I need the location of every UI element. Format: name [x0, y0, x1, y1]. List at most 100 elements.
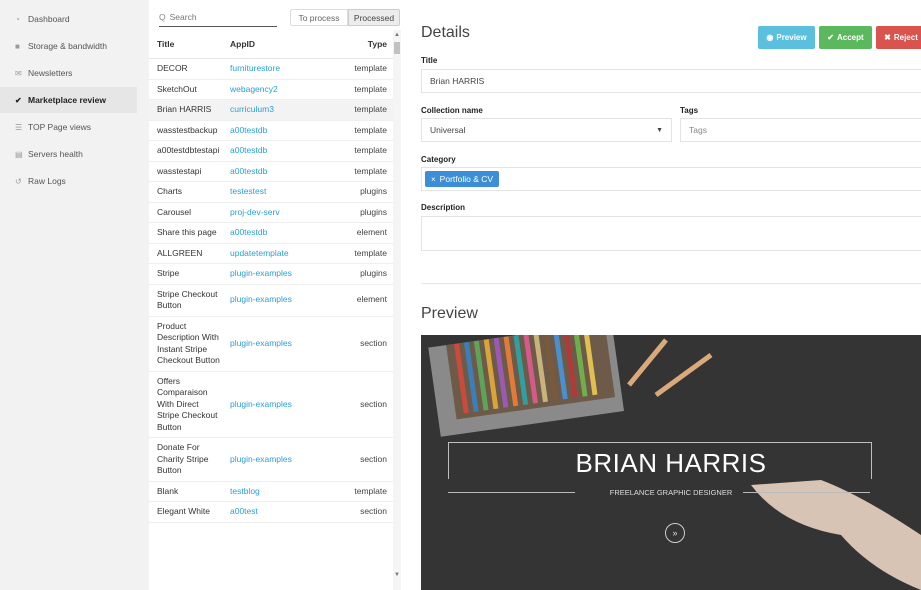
sidebar-item-storage-bandwidth[interactable]: ■ Storage & bandwidth [0, 33, 137, 59]
row-appid: plugin-examples [222, 263, 326, 285]
row-type: element [326, 222, 393, 244]
column-header-title[interactable]: Title [149, 30, 222, 59]
collection-select-value: Universal [430, 125, 466, 135]
row-appid: plugin-examples [222, 437, 326, 482]
row-type: plugins [326, 263, 393, 285]
sidebar-item-dashboard[interactable]: ◔ Dashboard [0, 6, 137, 32]
column-header-type[interactable]: Type [326, 30, 393, 59]
sidebar-item-label: Servers health [28, 149, 83, 159]
table-row[interactable]: ALLGREEN updatetemplate template [149, 243, 393, 264]
row-title: Blank [149, 481, 222, 502]
column-header-appid[interactable]: AppID [222, 30, 326, 59]
scroll-up-arrow-icon[interactable]: ▲ [393, 30, 401, 40]
row-type: template [326, 243, 393, 264]
row-appid: testblog [222, 481, 326, 502]
tags-input[interactable]: Tags [680, 118, 921, 142]
table-row[interactable]: Stripe Checkout Button plugin-examples ele… [149, 284, 393, 317]
table-row[interactable]: Stripe plugin-examples plugins [149, 263, 393, 285]
table-row[interactable]: Blank testblog template [149, 481, 393, 502]
collection-label: Collection name [421, 106, 483, 115]
server-icon: ▤ [15, 149, 23, 159]
tags-label: Tags [680, 106, 699, 115]
row-title: Share this page [149, 222, 222, 244]
row-appid: a00testdb [222, 120, 326, 141]
sidebar-item-servers-health[interactable]: ▤ Servers health [0, 141, 137, 167]
sidebar-item-label: Raw Logs [28, 176, 66, 186]
sidebar-item-raw-logs[interactable]: ↺ Raw Logs [0, 168, 137, 194]
history-icon: ↺ [15, 176, 22, 186]
row-title: a00testdbtestapi [149, 140, 222, 162]
sidebar-item-newsletters[interactable]: ✉ Newsletters [0, 60, 137, 86]
row-title: Donate For Charity Stripe Button [149, 437, 222, 482]
row-title: DECOR [149, 58, 222, 80]
sidebar: ◔ Dashboard ■ Storage & bandwidth ✉ Newslette… [0, 0, 137, 590]
sidebar-item-label: Storage & bandwidth [28, 41, 107, 51]
accept-button-label: Accept [837, 33, 864, 42]
row-appid: a00testdb [222, 222, 326, 244]
table-row[interactable]: Carousel proj-dev-serv plugins [149, 202, 393, 223]
sidebar-item-marketplace-review[interactable]: ✔ Marketplace review [0, 87, 137, 113]
row-appid: plugin-examples [222, 371, 326, 438]
row-appid: furniturestore [222, 58, 326, 80]
chevron-down-icon: ▼ [656, 126, 663, 134]
processed-toggle[interactable]: Processed [348, 9, 400, 26]
table-row[interactable]: Elegant White a00test section [149, 501, 393, 523]
category-chip[interactable]: × Portfolio & CV [425, 171, 500, 187]
row-type: section [326, 371, 393, 438]
title-field-value: Brian HARRIS [430, 76, 485, 86]
review-list-column: Q To process Processed Title AppID Type … [137, 0, 401, 590]
accept-button[interactable]: ✔ Accept [819, 26, 872, 49]
table-row[interactable]: wasstestbackup a00testdb template [149, 120, 393, 141]
row-title: Offers Comparaison With Direct Stripe Ch… [149, 371, 222, 438]
row-appid: webagency2 [222, 79, 326, 100]
row-appid: a00test [222, 501, 326, 523]
row-type: section [326, 316, 393, 372]
check-icon: ✔ [827, 33, 834, 42]
title-field[interactable]: Brian HARRIS [421, 69, 921, 93]
table-row[interactable]: Offers Comparaison With Direct Stripe Ch… [149, 371, 393, 438]
row-type: template [326, 99, 393, 121]
row-title: ALLGREEN [149, 243, 222, 264]
row-title: Brian HARRIS [149, 99, 222, 121]
table-row[interactable]: Share this page a00testdb element [149, 222, 393, 244]
details-heading: Details [421, 24, 470, 41]
table-row[interactable]: Product Description With Instant Stripe … [149, 316, 393, 372]
row-title: Product Description With Instant Stripe … [149, 316, 222, 372]
preview-heading: Preview [421, 305, 478, 322]
table-row[interactable]: Donate For Charity Stripe Button plugin-e… [149, 437, 393, 482]
category-select[interactable]: × Portfolio & CV [421, 167, 921, 191]
scrollbar-thumb[interactable] [394, 42, 400, 54]
preview-button-label: Preview [776, 33, 807, 42]
search-input[interactable] [169, 12, 260, 22]
scroll-down-arrow-icon[interactable]: ▼ [393, 570, 401, 580]
envelope-icon: ✉ [15, 68, 22, 78]
reject-button[interactable]: ✖ Reject [876, 26, 921, 49]
apps-table: Title AppID Type DECOR furniturestore temp… [149, 30, 393, 523]
preview-button[interactable]: ◉ Preview [758, 26, 815, 49]
row-appid: testestest [222, 181, 326, 203]
category-label: Category [421, 155, 456, 164]
description-label: Description [421, 203, 466, 212]
row-title: wasstestbackup [149, 120, 222, 141]
table-row[interactable]: DECOR furniturestore template [149, 58, 393, 80]
row-appid: a00testdb [222, 140, 326, 162]
row-appid: proj-dev-serv [222, 202, 326, 223]
list-scrollbar[interactable]: ▲ ▼ [393, 30, 401, 590]
collection-select[interactable]: Universal ▼ [421, 118, 672, 142]
description-textarea[interactable] [421, 216, 921, 251]
sidebar-item-label: TOP Page views [28, 122, 91, 132]
sidebar-item-label: Dashboard [28, 14, 70, 24]
table-row[interactable]: Brian HARRIS curriculum3 template [149, 99, 393, 121]
remove-chip-icon[interactable]: × [431, 175, 436, 184]
table-row[interactable]: SketchOut webagency2 template [149, 79, 393, 100]
table-row[interactable]: a00testdbtestapi a00testdb template [149, 140, 393, 162]
to-process-toggle[interactable]: To process [290, 9, 348, 26]
table-row[interactable]: Charts testestest plugins [149, 181, 393, 203]
row-type: section [326, 501, 393, 523]
scroll-down-circle-icon: » [665, 523, 685, 543]
preview-subtitle: FREELANCE GRAPHIC DESIGNER [609, 488, 733, 497]
table-row[interactable]: wasstestapi a00testdb template [149, 161, 393, 182]
sidebar-item-top-page-views[interactable]: ☰ TOP Page views [0, 114, 137, 140]
preview-name: BRIAN HARRIS [575, 448, 767, 478]
title-label: Title [421, 56, 438, 65]
